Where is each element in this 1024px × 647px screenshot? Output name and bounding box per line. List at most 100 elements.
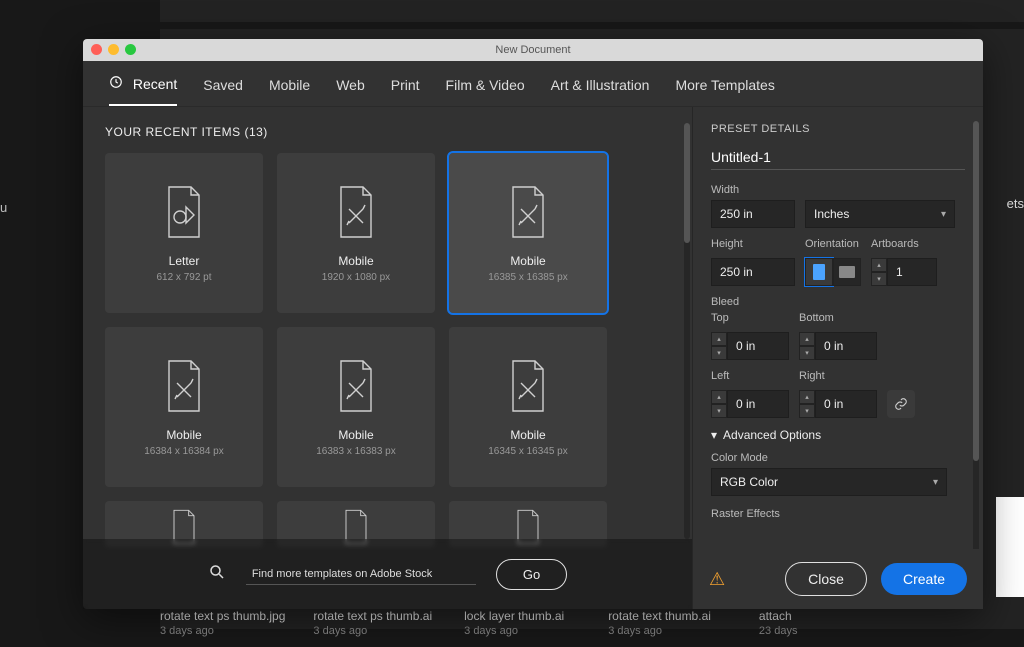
card-dimensions: 16383 x 16383 px [316, 446, 396, 457]
file-time: 3 days ago [608, 625, 711, 637]
window-minimize-icon[interactable] [108, 44, 119, 55]
template-card[interactable]: Mobile 16383 x 16383 px [277, 327, 435, 487]
file-name: rotate text thumb.ai [608, 609, 711, 623]
category-tabs: Recent Saved Mobile Web Print Film & Vid… [83, 61, 983, 106]
card-dimensions: 16384 x 16384 px [144, 446, 224, 457]
file-time: 3 days ago [313, 625, 432, 637]
preset-details-pane: PRESET DETAILS Width 250 in Inches▾ Heig… [693, 107, 983, 609]
scrollbar[interactable] [684, 123, 690, 539]
tab-more-templates[interactable]: More Templates [675, 77, 774, 105]
card-dimensions: 16345 x 16345 px [488, 446, 568, 457]
scrollbar[interactable] [973, 121, 979, 561]
template-card[interactable]: Mobile 1920 x 1080 px [277, 153, 435, 313]
card-dimensions: 612 x 792 pt [156, 272, 211, 283]
tab-film-video[interactable]: Film & Video [446, 77, 525, 105]
window-title: New Document [495, 44, 570, 56]
go-button[interactable]: Go [496, 559, 567, 590]
chevron-down-icon: ▾ [941, 209, 946, 220]
template-card[interactable]: Mobile 16345 x 16345 px [449, 327, 607, 487]
card-title: Letter [169, 254, 200, 268]
artboards-input[interactable]: 1 [887, 258, 937, 286]
bg-file-row: rotate text ps thumb.jpg 3 days ago rotat… [160, 609, 1024, 647]
link-bleed-icon[interactable] [887, 390, 915, 418]
artboards-stepper[interactable]: ▴▾ [871, 258, 887, 286]
card-title: Mobile [510, 428, 545, 442]
bleed-label: Bleed [711, 296, 965, 308]
raster-label: Raster Effects [711, 508, 965, 520]
template-grid: Letter 612 x 792 pt Mobile 1920 x 1080 p… [105, 153, 670, 547]
window-titlebar: New Document [83, 39, 983, 61]
document-icon [333, 358, 379, 414]
search-icon [208, 563, 226, 586]
template-card-selected[interactable]: Mobile 16385 x 16385 px [449, 153, 607, 313]
document-icon [161, 184, 207, 240]
file-name: attach [759, 609, 798, 623]
bleed-stepper[interactable]: ▴▾ [711, 332, 727, 360]
file-name: rotate text ps thumb.jpg [160, 609, 285, 623]
document-icon [333, 184, 379, 240]
file-name: lock layer thumb.ai [464, 609, 564, 623]
bg-side-text: ets [1007, 196, 1024, 211]
document-name-input[interactable] [711, 145, 965, 170]
templates-pane: YOUR RECENT ITEMS (13) Letter 612 x 792 … [83, 107, 692, 609]
height-label: Height [711, 238, 795, 250]
bleed-left-input[interactable]: 0 in [727, 390, 789, 418]
bleed-bottom-label: Bottom [799, 312, 877, 324]
card-title: Mobile [166, 428, 201, 442]
chevron-down-icon: ▾ [933, 477, 938, 488]
file-name: rotate text ps thumb.ai [313, 609, 432, 623]
preset-heading: PRESET DETAILS [711, 123, 965, 135]
tab-recent[interactable]: Recent [109, 75, 177, 106]
units-select[interactable]: Inches▾ [805, 200, 955, 228]
chevron-down-icon: ▾ [711, 428, 717, 442]
file-time: 3 days ago [464, 625, 564, 637]
recent-heading: YOUR RECENT ITEMS (13) [105, 125, 670, 139]
document-icon [505, 184, 551, 240]
bg-panel [160, 0, 1024, 22]
window-close-icon[interactable] [91, 44, 102, 55]
bleed-stepper[interactable]: ▴▾ [711, 390, 727, 418]
orientation-portrait[interactable] [805, 258, 833, 286]
tab-art-illustration[interactable]: Art & Illustration [551, 77, 650, 105]
window-zoom-icon[interactable] [125, 44, 136, 55]
stock-search-input[interactable]: Find more templates on Adobe Stock [246, 564, 476, 585]
orientation-label: Orientation [805, 238, 861, 250]
height-input[interactable]: 250 in [711, 258, 795, 286]
document-icon [161, 358, 207, 414]
bleed-stepper[interactable]: ▴▾ [799, 390, 815, 418]
bg-thumbnail [996, 497, 1024, 597]
bleed-left-label: Left [711, 370, 789, 382]
new-document-modal: New Document Recent Saved Mobile Web Pri… [83, 39, 983, 609]
bleed-stepper[interactable]: ▴▾ [799, 332, 815, 360]
create-button[interactable]: Create [881, 563, 967, 595]
card-dimensions: 1920 x 1080 px [322, 272, 390, 283]
width-input[interactable]: 250 in [711, 200, 795, 228]
colormode-select[interactable]: RGB Color▾ [711, 468, 947, 496]
modal-footer: ⚠ Close Create [693, 549, 983, 609]
bleed-right-input[interactable]: 0 in [815, 390, 877, 418]
bleed-top-label: Top [711, 312, 789, 324]
card-dimensions: 16385 x 16385 px [488, 272, 568, 283]
bleed-bottom-input[interactable]: 0 in [815, 332, 877, 360]
advanced-options-toggle[interactable]: ▾ Advanced Options [711, 428, 965, 442]
artboards-label: Artboards [871, 238, 937, 250]
bg-sidebar-text: u [0, 200, 7, 215]
orientation-toggle [805, 258, 861, 286]
close-button[interactable]: Close [785, 562, 867, 596]
bleed-right-label: Right [799, 370, 877, 382]
tab-print[interactable]: Print [391, 77, 420, 105]
template-card[interactable]: Mobile 16384 x 16384 px [105, 327, 263, 487]
advanced-label: Advanced Options [723, 428, 821, 442]
stock-search-bar: Find more templates on Adobe Stock Go [83, 539, 692, 609]
clock-icon [109, 76, 127, 92]
template-card[interactable]: Letter 612 x 792 pt [105, 153, 263, 313]
warning-icon: ⚠ [709, 569, 725, 590]
file-time: 23 days [759, 625, 798, 637]
orientation-landscape[interactable] [833, 258, 861, 286]
document-icon [505, 358, 551, 414]
tab-mobile[interactable]: Mobile [269, 77, 310, 105]
tab-web[interactable]: Web [336, 77, 365, 105]
bleed-top-input[interactable]: 0 in [727, 332, 789, 360]
card-title: Mobile [510, 254, 545, 268]
tab-saved[interactable]: Saved [203, 77, 243, 105]
